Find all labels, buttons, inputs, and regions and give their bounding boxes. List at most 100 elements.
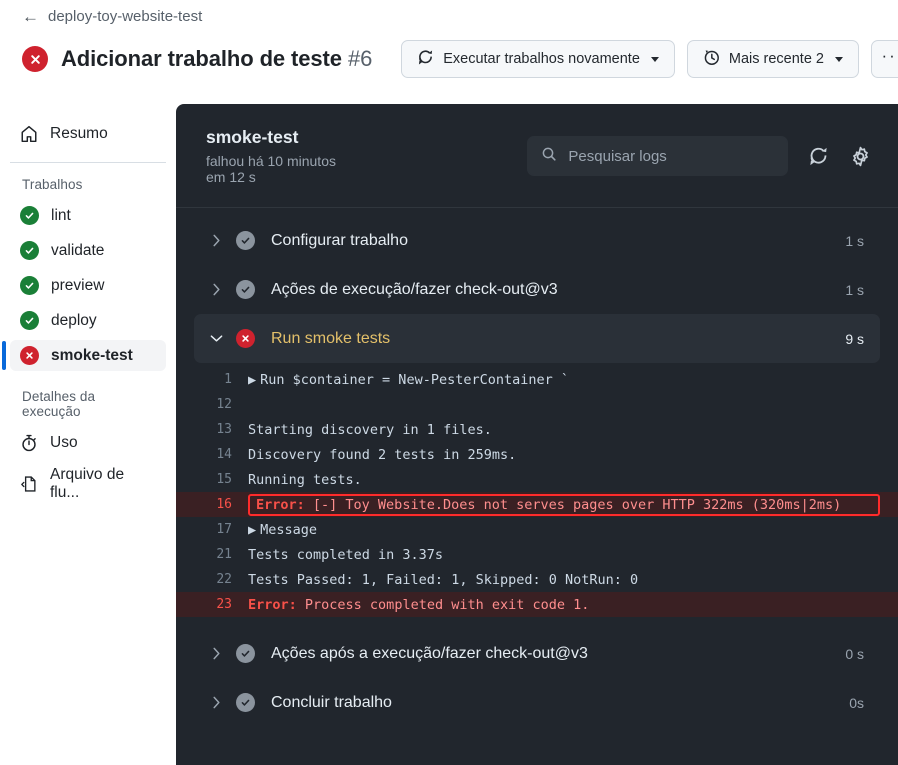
expand-arrow-icon[interactable]: ▶ [248,372,256,388]
log-job-name: smoke-test [206,127,299,147]
log-line-text: Run $container = New-PesterContainer ` [260,371,569,388]
step-label: Configurar trabalho [271,231,408,249]
log-line: 15 Running tests. [176,467,898,492]
sidebar-item-deploy[interactable]: deploy [10,305,166,336]
step-row[interactable]: Ações de execução/fazer check-out@v3 1 s [194,265,880,314]
line-number: 13 [216,422,232,437]
log-line-text: Discovery found 2 tests in 259ms. [248,446,517,463]
log-line-text: Error: [-] Toy Website.Does not serves p… [256,497,841,513]
chevron-right-icon [208,647,224,660]
job-meta: smoke-test falhou há 10 minutos em 12 s [206,127,352,185]
step-duration: 1 s [845,232,864,249]
sidebar-item-validate[interactable]: validate [10,235,166,266]
log-line: 17 ▶ Message [176,517,898,542]
search-icon [541,146,557,167]
line-number: 14 [216,447,232,462]
page-title-text: Adicionar trabalho de teste [61,46,342,71]
sidebar-details-heading: Detalhes da execução [22,389,96,419]
page-title: Adicionar trabalho de teste #6 [61,46,372,72]
check-circle-success-icon [20,241,39,260]
log-line-text: Running tests. [248,471,362,488]
step-duration: 9 s [845,330,864,347]
check-circle-success-icon [20,206,39,225]
log-output: 1 ▶ Run $container = New-PesterContainer… [176,363,898,619]
error-keyword: Error: [248,596,297,613]
check-circle-success-icon [236,231,255,250]
sidebar-item-usage[interactable]: Uso [10,427,166,459]
log-line-text: Tests Passed: 1, Failed: 1, Skipped: 0 N… [248,571,639,588]
line-number: 22 [216,572,232,587]
check-circle-success-icon [236,280,255,299]
title-row: Adicionar trabalho de teste #6 Executar … [22,40,898,78]
line-number: 23 [216,597,232,612]
sidebar-jobs-list: lint validate preview deploy smoke-test [0,200,176,371]
sidebar-jobs-heading: Trabalhos [22,177,83,192]
sidebar-item-smoke-test-label: smoke-test [51,346,133,364]
error-message: [-] Toy Website.Does not serves pages ov… [304,496,842,513]
log-line-error: 23 Error: Process completed with exit co… [176,592,898,617]
rerun-jobs-label: Executar trabalhos novamente [443,51,640,67]
check-circle-success-icon [236,644,255,663]
step-row[interactable]: Ações após a execução/fazer check-out@v3… [194,629,880,678]
step-label: Ações após a execução/fazer check-out@v3 [271,644,588,662]
chevron-down-icon [835,56,843,62]
breadcrumb[interactable]: ← deploy-toy-website-test [22,8,202,25]
line-number: 15 [216,472,232,487]
rerun-jobs-button[interactable]: Executar trabalhos novamente [401,40,675,78]
chevron-right-icon [208,696,224,709]
sidebar-item-workflow-file[interactable]: Arquivo de flu... [10,459,166,509]
breadcrumb-label[interactable]: deploy-toy-website-test [48,8,202,25]
search-logs-placeholder: Pesquisar logs [568,147,667,165]
refresh-icon[interactable] [806,141,830,171]
log-line: 1 ▶ Run $container = New-PesterContainer… [176,367,898,392]
log-line-text: Error: Process completed with exit code … [248,597,589,613]
log-panel: smoke-test falhou há 10 minutos em 12 s … [176,104,898,765]
latest-runs-button[interactable]: Mais recente 2 [686,40,859,78]
check-circle-success-icon [20,311,39,330]
log-line-text: Starting discovery in 1 files. [248,421,492,438]
sidebar-item-summary-label: Resumo [50,125,108,142]
expand-arrow-icon[interactable]: ▶ [248,522,256,538]
sidebar-item-summary[interactable]: Resumo [10,118,166,150]
home-icon [20,125,38,143]
step-row[interactable]: Configurar trabalho 1 s [194,216,880,265]
stopwatch-icon [20,434,38,452]
run-number: #6 [347,46,373,71]
search-logs-input[interactable]: Pesquisar logs [527,136,789,176]
error-keyword: Error: [256,496,305,513]
step-duration: 1 s [845,281,864,298]
sidebar-item-lint[interactable]: lint [10,200,166,231]
sidebar-item-usage-label: Uso [50,434,78,451]
line-number: 1 [224,372,232,387]
error-message: Process completed with exit code 1. [296,596,590,613]
step-label: Ações de execução/fazer check-out@v3 [271,280,558,298]
log-job-subtitle: falhou há 10 minutos em 12 s [206,153,336,185]
check-circle-success-icon [20,276,39,295]
gear-icon[interactable] [848,141,872,171]
log-line: 21 Tests completed in 3.37s [176,542,898,567]
chevron-right-icon [208,283,224,296]
line-number: 16 [216,497,232,512]
step-duration: 0 s [845,645,864,662]
steps-list: Configurar trabalho 1 s Ações de execuçã… [176,208,898,727]
step-row[interactable]: Concluir trabalho 0s [194,678,880,727]
error-highlight-box: Error: [-] Toy Website.Does not serves p… [248,493,880,516]
sidebar-item-preview[interactable]: preview [10,270,166,301]
overflow-menu-button[interactable]: ··· [871,40,898,78]
sidebar-item-preview-label: preview [51,276,105,294]
x-circle-fail-icon [22,46,48,72]
sidebar: Resumo Trabalhos lint validate preview d… [0,104,176,765]
sync-icon [417,49,434,70]
line-number: 17 [216,522,232,537]
chevron-right-icon [208,234,224,247]
log-line-text: Tests completed in 3.37s [248,546,444,563]
sidebar-item-smoke-test[interactable]: smoke-test [2,340,166,371]
history-clock-icon [703,49,720,70]
arrow-left-icon: ← [22,7,39,26]
step-duration: 0s [849,694,864,711]
sidebar-item-workflow-file-label: Arquivo de flu... [50,466,125,501]
step-label: Concluir trabalho [271,693,392,711]
log-panel-header: smoke-test falhou há 10 minutos em 12 s … [176,104,898,208]
step-row-expanded[interactable]: Run smoke tests 9 s [194,314,880,363]
log-line: 22 Tests Passed: 1, Failed: 1, Skipped: … [176,567,898,592]
